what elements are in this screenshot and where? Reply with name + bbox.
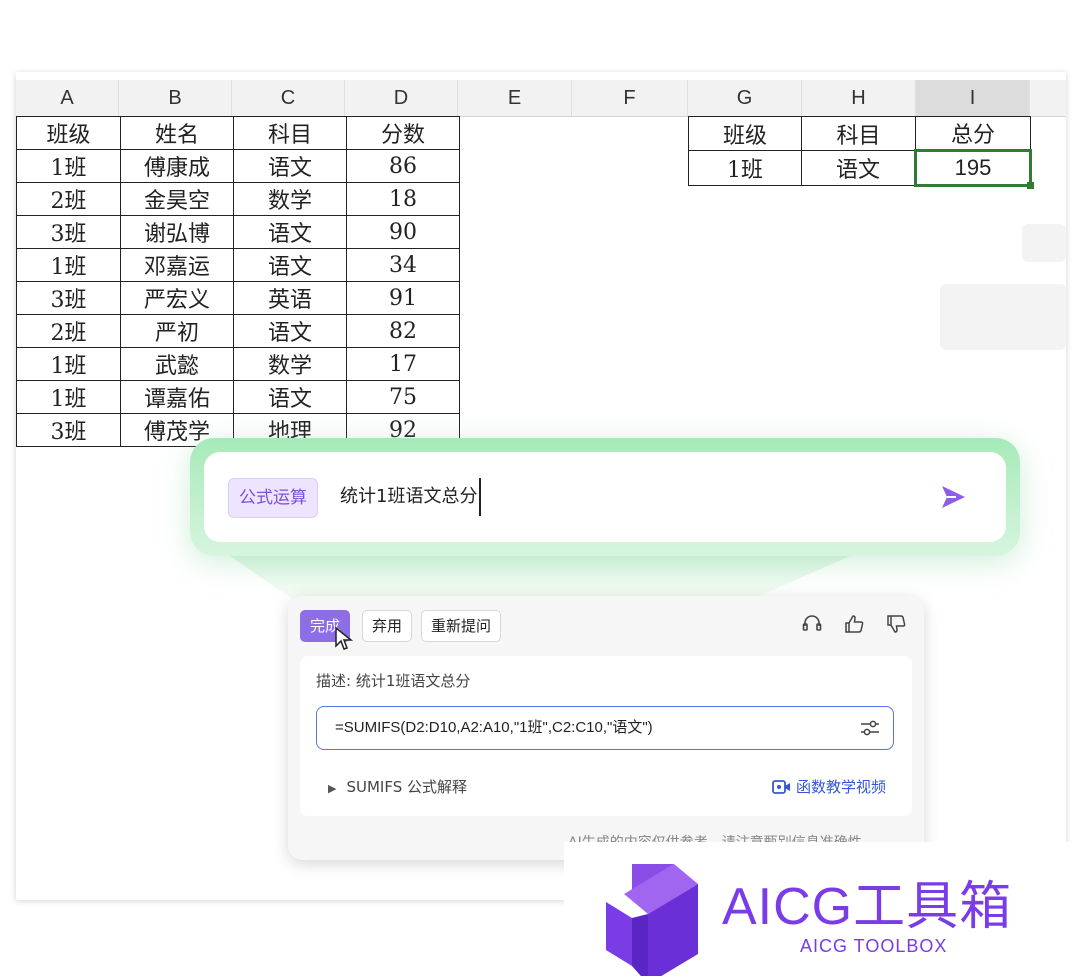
- column-header-d[interactable]: D: [345, 80, 458, 116]
- tutorial-video-link[interactable]: 函数教学视频: [772, 776, 886, 797]
- formula-mode-tag[interactable]: 公式运算: [228, 478, 318, 518]
- summary-table: 班级 科目 总分 1班 语文 195: [688, 116, 1034, 189]
- table-cell[interactable]: 傅康成: [120, 149, 234, 183]
- result-card: 完成 弃用 重新提问 描述: 统计1班语文总分 =SUMIFS(D2:D10,A…: [288, 596, 924, 860]
- table-header-cell[interactable]: 班级: [688, 116, 802, 151]
- formula-explain-label: SUMIFS 公式解释: [346, 778, 467, 796]
- prompt-input-box[interactable]: 公式运算 统计1班语文总分: [204, 452, 1006, 542]
- table-cell[interactable]: 1班: [16, 380, 121, 414]
- table-cell[interactable]: 金昊空: [120, 182, 234, 216]
- table-header-cell[interactable]: 科目: [233, 116, 347, 150]
- table-cell[interactable]: 86: [346, 149, 460, 183]
- tutorial-video-label: 函数教学视频: [795, 778, 886, 796]
- column-header-h[interactable]: H: [802, 80, 916, 116]
- video-icon: [772, 780, 790, 794]
- thumbs-up-icon[interactable]: [842, 612, 866, 636]
- table-cell[interactable]: 语文: [233, 314, 347, 348]
- table-header-cell[interactable]: 姓名: [120, 116, 234, 150]
- table-cell[interactable]: 75: [346, 380, 460, 414]
- description-text: 描述: 统计1班语文总分: [316, 672, 471, 690]
- ai-prompt-bar: 公式运算 统计1班语文总分: [190, 438, 1020, 556]
- column-header-g[interactable]: G: [688, 80, 802, 116]
- result-body: 描述: 统计1班语文总分 =SUMIFS(D2:D10,A2:A10,"1班",…: [300, 656, 912, 816]
- column-header-c[interactable]: C: [232, 80, 345, 116]
- thumbs-down-icon[interactable]: [884, 612, 908, 636]
- background-panel: [940, 284, 1066, 350]
- table-cell[interactable]: 武懿: [120, 347, 234, 381]
- table-cell[interactable]: 严宏义: [120, 281, 234, 315]
- reask-button[interactable]: 重新提问: [421, 610, 502, 642]
- table-header-row: 班级 科目 总分: [688, 116, 1031, 151]
- table-cell[interactable]: 语文: [233, 248, 347, 282]
- table-cell[interactable]: 谢弘博: [120, 215, 234, 249]
- table-cell[interactable]: 英语: [233, 281, 347, 315]
- watermark-title: AICG工具箱: [722, 878, 1013, 936]
- table-cell[interactable]: 90: [346, 215, 460, 249]
- table-cell[interactable]: 2班: [16, 182, 121, 216]
- table-cell[interactable]: 语文: [233, 380, 347, 414]
- table-row: 2班 严初 语文 82: [16, 314, 460, 348]
- caret-right-icon: ▶: [328, 782, 337, 795]
- fill-handle[interactable]: [1027, 182, 1034, 189]
- column-header-f[interactable]: F: [572, 80, 688, 116]
- sliders-icon[interactable]: [859, 718, 881, 738]
- active-cell[interactable]: 195: [914, 149, 1034, 189]
- column-header-a[interactable]: A: [16, 80, 119, 116]
- table-header-row: 班级 姓名 科目 分数: [16, 116, 460, 150]
- discard-button[interactable]: 弃用: [362, 610, 413, 642]
- mouse-cursor-icon: [335, 626, 354, 650]
- table-header-cell[interactable]: 分数: [346, 116, 460, 150]
- table-cell[interactable]: 3班: [16, 215, 121, 249]
- table-cell[interactable]: 17: [346, 347, 460, 381]
- watermark-subtitle: AICG TOOLBOX: [800, 936, 948, 956]
- prompt-input[interactable]: 统计1班语文总分: [340, 478, 482, 516]
- column-header-i[interactable]: I: [916, 80, 1030, 116]
- table-cell[interactable]: 1班: [16, 248, 121, 282]
- watermark: AICG工具箱 AICG TOOLBOX: [564, 842, 1080, 980]
- column-header-b[interactable]: B: [119, 80, 232, 116]
- table-row: 3班 谢弘博 语文 90: [16, 215, 460, 249]
- table-row: 3班 严宏义 英语 91: [16, 281, 460, 315]
- formula-field[interactable]: =SUMIFS(D2:D10,A2:A10,"1班",C2:C10,"语文"): [316, 706, 894, 750]
- table-cell[interactable]: 3班: [16, 413, 121, 447]
- background-panel: [1022, 224, 1066, 262]
- table-cell[interactable]: 数学: [233, 182, 347, 216]
- table-row: 1班 邓嘉运 语文 34: [16, 248, 460, 282]
- table-cell[interactable]: 1班: [16, 149, 121, 183]
- table-cell[interactable]: 数学: [233, 347, 347, 381]
- column-header-bar: A B C D E F G H I: [16, 80, 1066, 117]
- table-row: 1班 谭嘉佑 语文 75: [16, 380, 460, 414]
- table-cell[interactable]: 82: [346, 314, 460, 348]
- table-row: 1班 武懿 数学 17: [16, 347, 460, 381]
- send-icon[interactable]: [938, 482, 968, 512]
- table-cell[interactable]: 谭嘉佑: [120, 380, 234, 414]
- formula-text: =SUMIFS(D2:D10,A2:A10,"1班",C2:C10,"语文"): [335, 719, 653, 736]
- table-header-cell[interactable]: 科目: [801, 116, 916, 151]
- table-cell[interactable]: 语文: [801, 150, 916, 186]
- table-header-cell[interactable]: 班级: [16, 116, 121, 150]
- table-cell[interactable]: 严初: [120, 314, 234, 348]
- column-header-e[interactable]: E: [458, 80, 572, 116]
- table-cell[interactable]: 1班: [16, 347, 121, 381]
- active-cell-value: 195: [954, 155, 992, 180]
- table-cell[interactable]: 语文: [233, 149, 347, 183]
- table-cell[interactable]: 91: [346, 281, 460, 315]
- table-header-cell[interactable]: 总分: [915, 116, 1031, 151]
- table-cell[interactable]: 18: [346, 182, 460, 216]
- table-cell[interactable]: 邓嘉运: [120, 248, 234, 282]
- table-cell[interactable]: 3班: [16, 281, 121, 315]
- data-table: 班级 姓名 科目 分数 1班 傅康成 语文 86 2班 金昊空 数学 18 3班…: [16, 116, 460, 447]
- formula-explain-toggle[interactable]: ▶ SUMIFS 公式解释: [328, 776, 467, 797]
- audio-icon[interactable]: [800, 612, 824, 636]
- table-row: 1班 语文 195: [688, 149, 1034, 189]
- table-cell[interactable]: 2班: [16, 314, 121, 348]
- table-cell[interactable]: 34: [346, 248, 460, 282]
- table-row: 1班 傅康成 语文 86: [16, 149, 460, 183]
- aicg-logo-icon: [606, 864, 698, 976]
- table-row: 2班 金昊空 数学 18: [16, 182, 460, 216]
- table-cell[interactable]: 语文: [233, 215, 347, 249]
- table-cell[interactable]: 1班: [688, 150, 802, 186]
